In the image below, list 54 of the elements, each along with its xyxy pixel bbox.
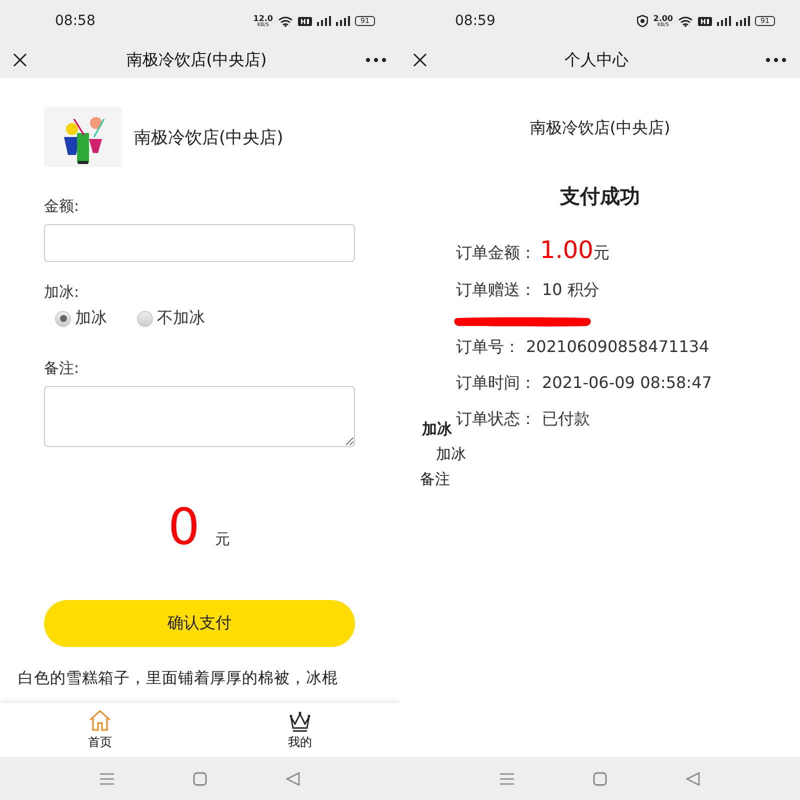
signal-icon xyxy=(717,16,731,26)
tab-item[interactable]: 首页 xyxy=(0,703,200,757)
close-button[interactable] xyxy=(413,53,427,67)
row-value: 10 积分 xyxy=(542,280,600,301)
radio-button[interactable] xyxy=(137,310,153,326)
more-button[interactable] xyxy=(366,58,386,62)
stray-text: 加冰 xyxy=(436,445,466,464)
currency-unit: 元 xyxy=(593,243,610,264)
status-time: 08:59 xyxy=(455,13,496,29)
row-value: 202106090858471134 xyxy=(526,337,710,356)
total-amount: 0 xyxy=(168,502,200,552)
tab-item[interactable]: 我的 xyxy=(200,703,400,757)
back-button[interactable] xyxy=(686,772,700,786)
description-text: 白色的雪糕箱子，里面铺着厚厚的棉被，冰棍 xyxy=(18,668,339,689)
result-title: 支付成功 xyxy=(560,183,640,210)
order-amount: 1.00 xyxy=(540,236,594,264)
signal-icon xyxy=(317,16,331,26)
row-value: 2021-06-09 08:58:47 xyxy=(542,373,712,392)
hd-icon xyxy=(298,16,312,26)
amount-input[interactable] xyxy=(44,224,355,262)
menu-button[interactable] xyxy=(100,772,114,784)
stray-text: 加冰 xyxy=(422,420,452,439)
field-label: 备注: xyxy=(44,359,80,378)
wifi-icon xyxy=(278,16,293,26)
more-button[interactable] xyxy=(766,58,786,62)
signal-icon xyxy=(336,16,350,26)
close-button[interactable] xyxy=(13,53,27,67)
row-label: 订单状态： xyxy=(456,409,536,430)
wifi-icon xyxy=(678,16,693,26)
shop-name: 南极冷饮店(中央店) xyxy=(530,118,670,139)
field-label: 加冰: xyxy=(44,283,80,302)
row-label: 订单赠送： xyxy=(456,280,536,301)
status-time: 08:58 xyxy=(55,13,96,29)
row-value: 已付款 xyxy=(542,409,590,430)
row-label: 订单号： xyxy=(456,337,520,358)
signal-icon xyxy=(736,16,750,26)
home-button[interactable] xyxy=(592,772,607,786)
currency-unit: 元 xyxy=(214,530,230,549)
note-input[interactable] xyxy=(44,386,355,447)
home-button[interactable] xyxy=(192,772,207,786)
hd-icon xyxy=(698,16,712,26)
radio-option[interactable]: 不加冰 xyxy=(137,308,205,329)
pay-button[interactable]: 确认支付 xyxy=(44,600,355,647)
row-label: 订单时间： xyxy=(456,373,536,394)
page-title: 南极冷饮店(中央店) xyxy=(125,50,268,70)
back-button[interactable] xyxy=(286,772,300,786)
page-title: 个人中心 xyxy=(564,50,630,70)
radio-button[interactable] xyxy=(55,310,71,326)
field-label: 金额: xyxy=(44,197,80,216)
radio-option[interactable]: 加冰 xyxy=(55,308,107,329)
shop-name: 南极冷饮店(中央店) xyxy=(134,126,284,148)
row-label: 订单金额： xyxy=(456,243,536,264)
stray-text: 备注 xyxy=(420,470,450,489)
menu-button[interactable] xyxy=(500,772,514,784)
